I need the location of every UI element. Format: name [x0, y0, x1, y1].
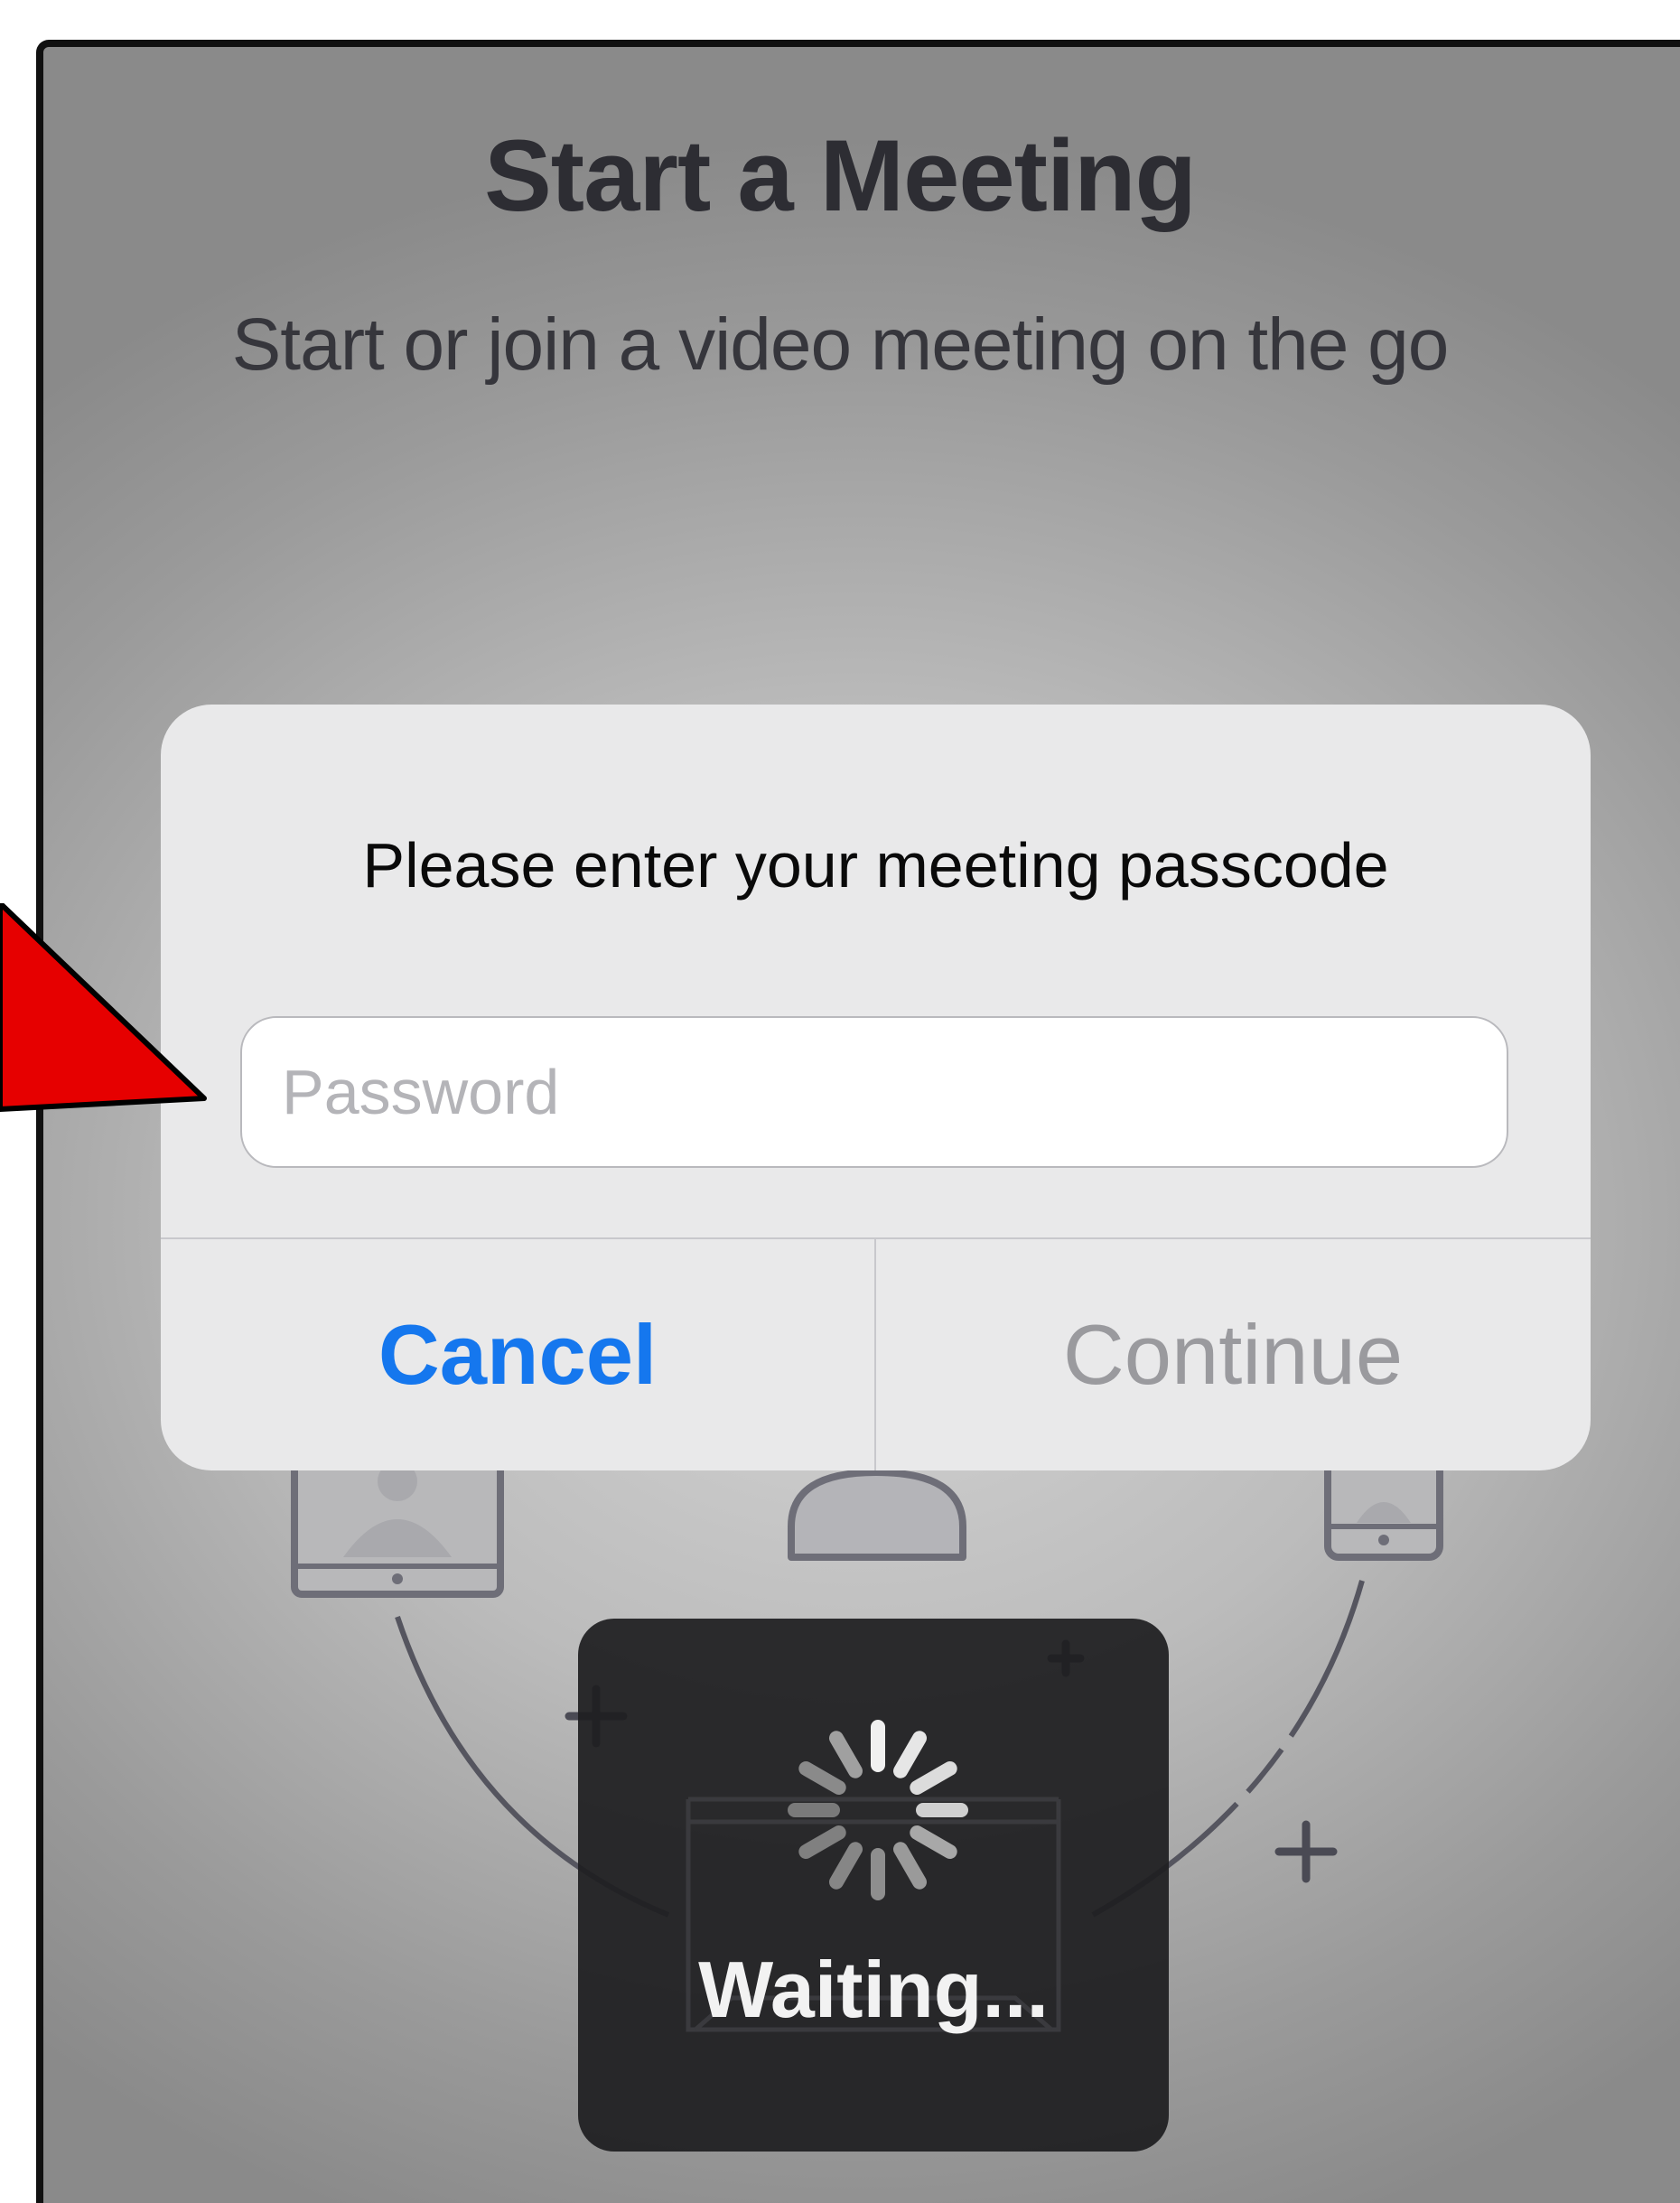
avatar-icon	[788, 1469, 966, 1561]
cancel-button[interactable]: Cancel	[161, 1239, 874, 1470]
spinner-icon	[788, 1720, 968, 1900]
dialog-message: Please enter your meeting passcode	[362, 830, 1389, 901]
waiting-hud: Waiting...	[578, 1619, 1169, 2152]
passcode-dialog: Please enter your meeting passcode Cance…	[161, 705, 1591, 1470]
password-input[interactable]	[240, 1016, 1508, 1168]
page: Start a Meeting Start or join a video me…	[0, 0, 1680, 2203]
continue-button[interactable]: Continue	[876, 1239, 1590, 1470]
waiting-label: Waiting...	[698, 1945, 1049, 2034]
annotation-arrow	[0, 903, 207, 1112]
